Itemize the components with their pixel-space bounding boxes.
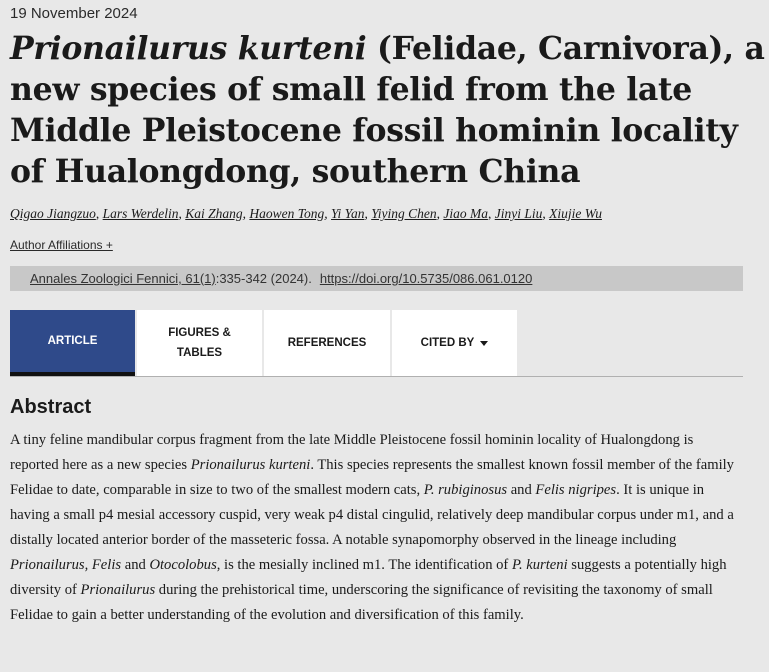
author-separator: , [95,206,103,221]
author-link[interactable]: Jiao Ma [443,206,488,221]
author-list: Qigao Jiangzuo, Lars Werdelin, Kai Zhang… [10,206,765,222]
author-link[interactable]: Haowen Tong [249,206,324,221]
tab-label: REFERENCES [287,337,367,349]
author-link[interactable]: Qigao Jiangzuo [10,206,96,221]
author-separator: , [487,206,495,221]
author-link[interactable]: Yi Yan [331,206,364,221]
tab-figures-tables[interactable]: FIGURES & TABLES [137,310,262,376]
tab-label: CITED BY [420,337,475,349]
tab-references[interactable]: REFERENCES [264,310,390,376]
tab-article[interactable]: ARTICLE [10,310,135,376]
author-link[interactable]: Xiujie Wu [549,206,602,221]
author-link[interactable]: Kai Zhang [185,206,242,221]
author-link[interactable]: Lars Werdelin [103,206,179,221]
tab-label: ARTICLE [47,335,98,347]
publication-date: 19 November 2024 [10,5,138,22]
chevron-down-icon [480,340,489,346]
abstract-heading: Abstract [10,396,92,418]
tab-label: FIGURES & TABLES [168,327,231,359]
tab-cited-by[interactable]: CITED BY [392,310,517,376]
citation-bar: Annales Zoologici Fennici, 61(1):335-342… [10,266,743,291]
journal-link[interactable]: Annales Zoologici Fennici, 61(1) [30,271,216,286]
article-tabs: ARTICLE FIGURES & TABLES REFERENCES CITE… [10,310,743,377]
author-affiliations-toggle[interactable]: Author Affiliations + [10,238,113,252]
abstract-text: A tiny feline mandibular corpus fragment… [10,432,734,623]
author-link[interactable]: Yiying Chen [371,206,436,221]
title-species-name: Prionailurus kurteni [10,30,367,67]
citation-pages: :335-342 (2024). [215,271,312,286]
article-title: Prionailurus kurteni (Felidae, Carnivora… [10,28,765,192]
author-link[interactable]: Jinyi Liu [495,206,543,221]
doi-link[interactable]: https://doi.org/10.5735/086.061.0120 [320,271,533,286]
